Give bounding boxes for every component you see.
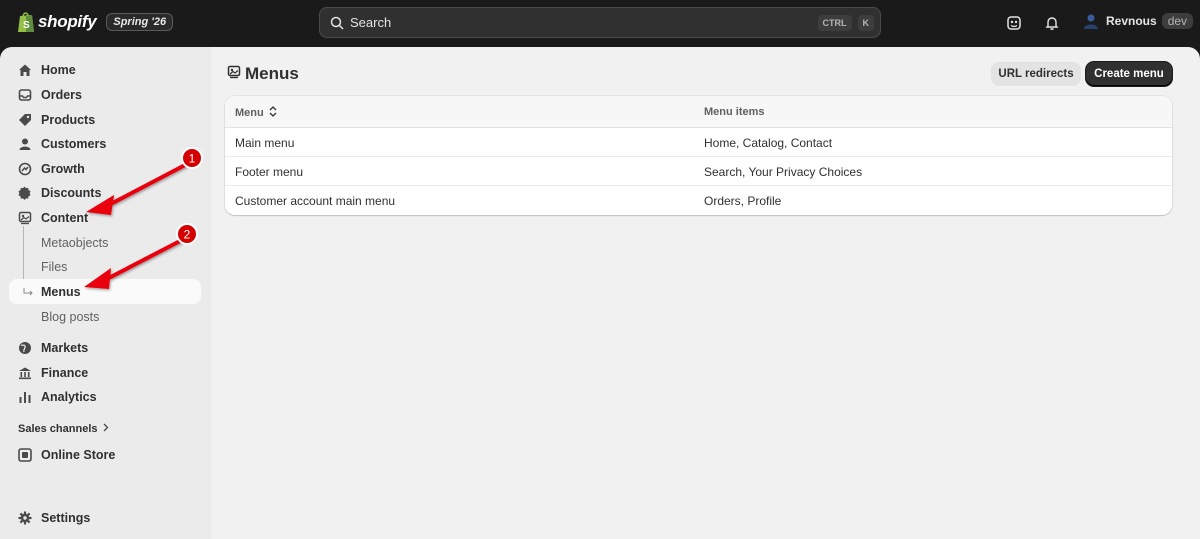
inbox-icon xyxy=(18,88,32,102)
sidebar-subitem-label: Menus xyxy=(41,284,81,299)
sort-icon xyxy=(269,106,277,120)
column-header-label: Menu items xyxy=(704,106,765,118)
sidebar-subitem-files[interactable]: Files xyxy=(9,254,201,279)
user-badge: dev xyxy=(1161,13,1194,29)
sidebar-subitem-label: Blog posts xyxy=(41,309,100,324)
home-icon xyxy=(18,63,32,77)
sidebar-item-label: Content xyxy=(41,210,89,225)
sidebar-item-online-store[interactable]: Online Store xyxy=(9,442,201,467)
menu-items-cell: Orders, Profile xyxy=(704,194,782,208)
menu-name-cell: Footer menu xyxy=(235,165,304,179)
user-name: Revnous xyxy=(1106,14,1157,28)
sales-channels-header[interactable]: Sales channels xyxy=(18,423,109,435)
sidebar-item-growth[interactable]: Growth xyxy=(9,156,201,181)
sidebar-item-orders[interactable]: Orders xyxy=(9,82,201,107)
sidebar-item-finance[interactable]: Finance xyxy=(9,360,201,385)
column-header-menu[interactable]: Menu xyxy=(235,106,277,120)
table-row[interactable]: Footer menu Search, Your Privacy Choices xyxy=(225,157,1172,186)
svg-text:S: S xyxy=(23,20,30,31)
sidebar-item-content[interactable]: Content xyxy=(9,205,201,230)
sidebar-subitem-label: Files xyxy=(41,259,68,274)
sidebar-item-discounts[interactable]: Discounts xyxy=(9,180,201,205)
search-placeholder: Search xyxy=(350,15,392,30)
sidebar-item-label: Products xyxy=(41,112,96,127)
bell-icon[interactable] xyxy=(1043,14,1061,32)
sidebar-item-products[interactable]: Products xyxy=(9,107,201,132)
sidebar-item-label: Online Store xyxy=(41,447,116,462)
sidebar-item-analytics[interactable]: Analytics xyxy=(9,384,201,409)
shopify-logo[interactable]: S shopify Spring '26 xyxy=(17,11,174,33)
sidebar-item-label: Discounts xyxy=(41,185,102,200)
edition-badge: Spring '26 xyxy=(106,13,174,31)
sidebar-item-label: Customers xyxy=(41,136,107,151)
sidebar-item-label: Analytics xyxy=(41,389,97,404)
table-row[interactable]: Customer account main menu Orders, Profi… xyxy=(225,186,1172,215)
menu-name-cell: Customer account main menu xyxy=(235,194,396,208)
storefront-icon xyxy=(18,447,32,462)
sales-channels-label: Sales channels xyxy=(18,423,98,435)
menus-table: Menu Menu items Main menu Home, Catalog,… xyxy=(225,96,1172,215)
url-redirects-button[interactable]: URL redirects xyxy=(991,62,1081,86)
sidebar: Home Orders Products Customers Growth Di… xyxy=(0,47,211,539)
search-bar[interactable]: Search CTRL K xyxy=(319,7,881,38)
person-icon xyxy=(18,137,32,151)
growth-icon xyxy=(18,162,32,176)
tag-icon xyxy=(18,113,32,127)
user-avatar xyxy=(1082,12,1100,30)
main-content: Menus URL redirects Create menu Menu Men… xyxy=(211,47,1200,539)
content-icon xyxy=(227,65,241,84)
sidebar-item-markets[interactable]: Markets xyxy=(9,335,201,360)
sidebar-item-label: Finance xyxy=(41,365,89,380)
create-menu-button[interactable]: Create menu xyxy=(1086,62,1172,86)
shopify-bag-icon: S xyxy=(17,11,35,33)
chart-icon xyxy=(18,390,32,404)
sidebar-subitem-blog-posts[interactable]: Blog posts xyxy=(9,304,201,329)
sidebar-item-label: Home xyxy=(41,62,76,77)
top-bar: S shopify Spring '26 Search CTRL K Revno… xyxy=(0,0,1200,47)
content-icon xyxy=(18,211,32,225)
table-row[interactable]: Main menu Home, Catalog, Contact xyxy=(225,128,1172,157)
tree-branch-arrow-icon xyxy=(23,285,35,303)
gear-icon xyxy=(18,511,32,525)
store-assistant-icon[interactable] xyxy=(1005,14,1023,32)
sidebar-subitem-menus[interactable]: Menus xyxy=(9,279,201,304)
sidebar-subitem-metaobjects[interactable]: Metaobjects xyxy=(9,230,201,255)
globe-icon xyxy=(18,341,32,355)
page-title-text: Menus xyxy=(245,64,299,83)
user-menu[interactable]: Revnous dev xyxy=(1082,12,1194,30)
column-header-menu-items: Menu items xyxy=(704,106,765,118)
column-header-label: Menu xyxy=(235,107,264,119)
sidebar-item-home[interactable]: Home xyxy=(9,57,201,82)
shortcut-ctrl: CTRL xyxy=(817,14,852,31)
logo-text: shopify xyxy=(38,12,97,31)
sidebar-item-label: Growth xyxy=(41,161,85,176)
chevron-right-icon xyxy=(103,423,109,435)
search-icon xyxy=(330,16,344,30)
menu-items-cell: Search, Your Privacy Choices xyxy=(704,165,863,179)
page-title: Menus xyxy=(227,64,299,84)
table-header: Menu Menu items xyxy=(225,96,1172,128)
discount-icon xyxy=(18,185,32,200)
sidebar-item-label: Orders xyxy=(41,87,82,102)
sidebar-subitem-label: Metaobjects xyxy=(41,235,109,250)
menu-name-cell: Main menu xyxy=(235,136,295,150)
menu-items-cell: Home, Catalog, Contact xyxy=(704,136,833,150)
sidebar-item-label: Settings xyxy=(41,510,91,525)
bank-icon xyxy=(18,366,32,380)
sidebar-item-settings[interactable]: Settings xyxy=(9,505,201,530)
sidebar-item-label: Markets xyxy=(41,340,89,355)
shortcut-k: K xyxy=(857,14,874,31)
sidebar-item-customers[interactable]: Customers xyxy=(9,131,201,156)
